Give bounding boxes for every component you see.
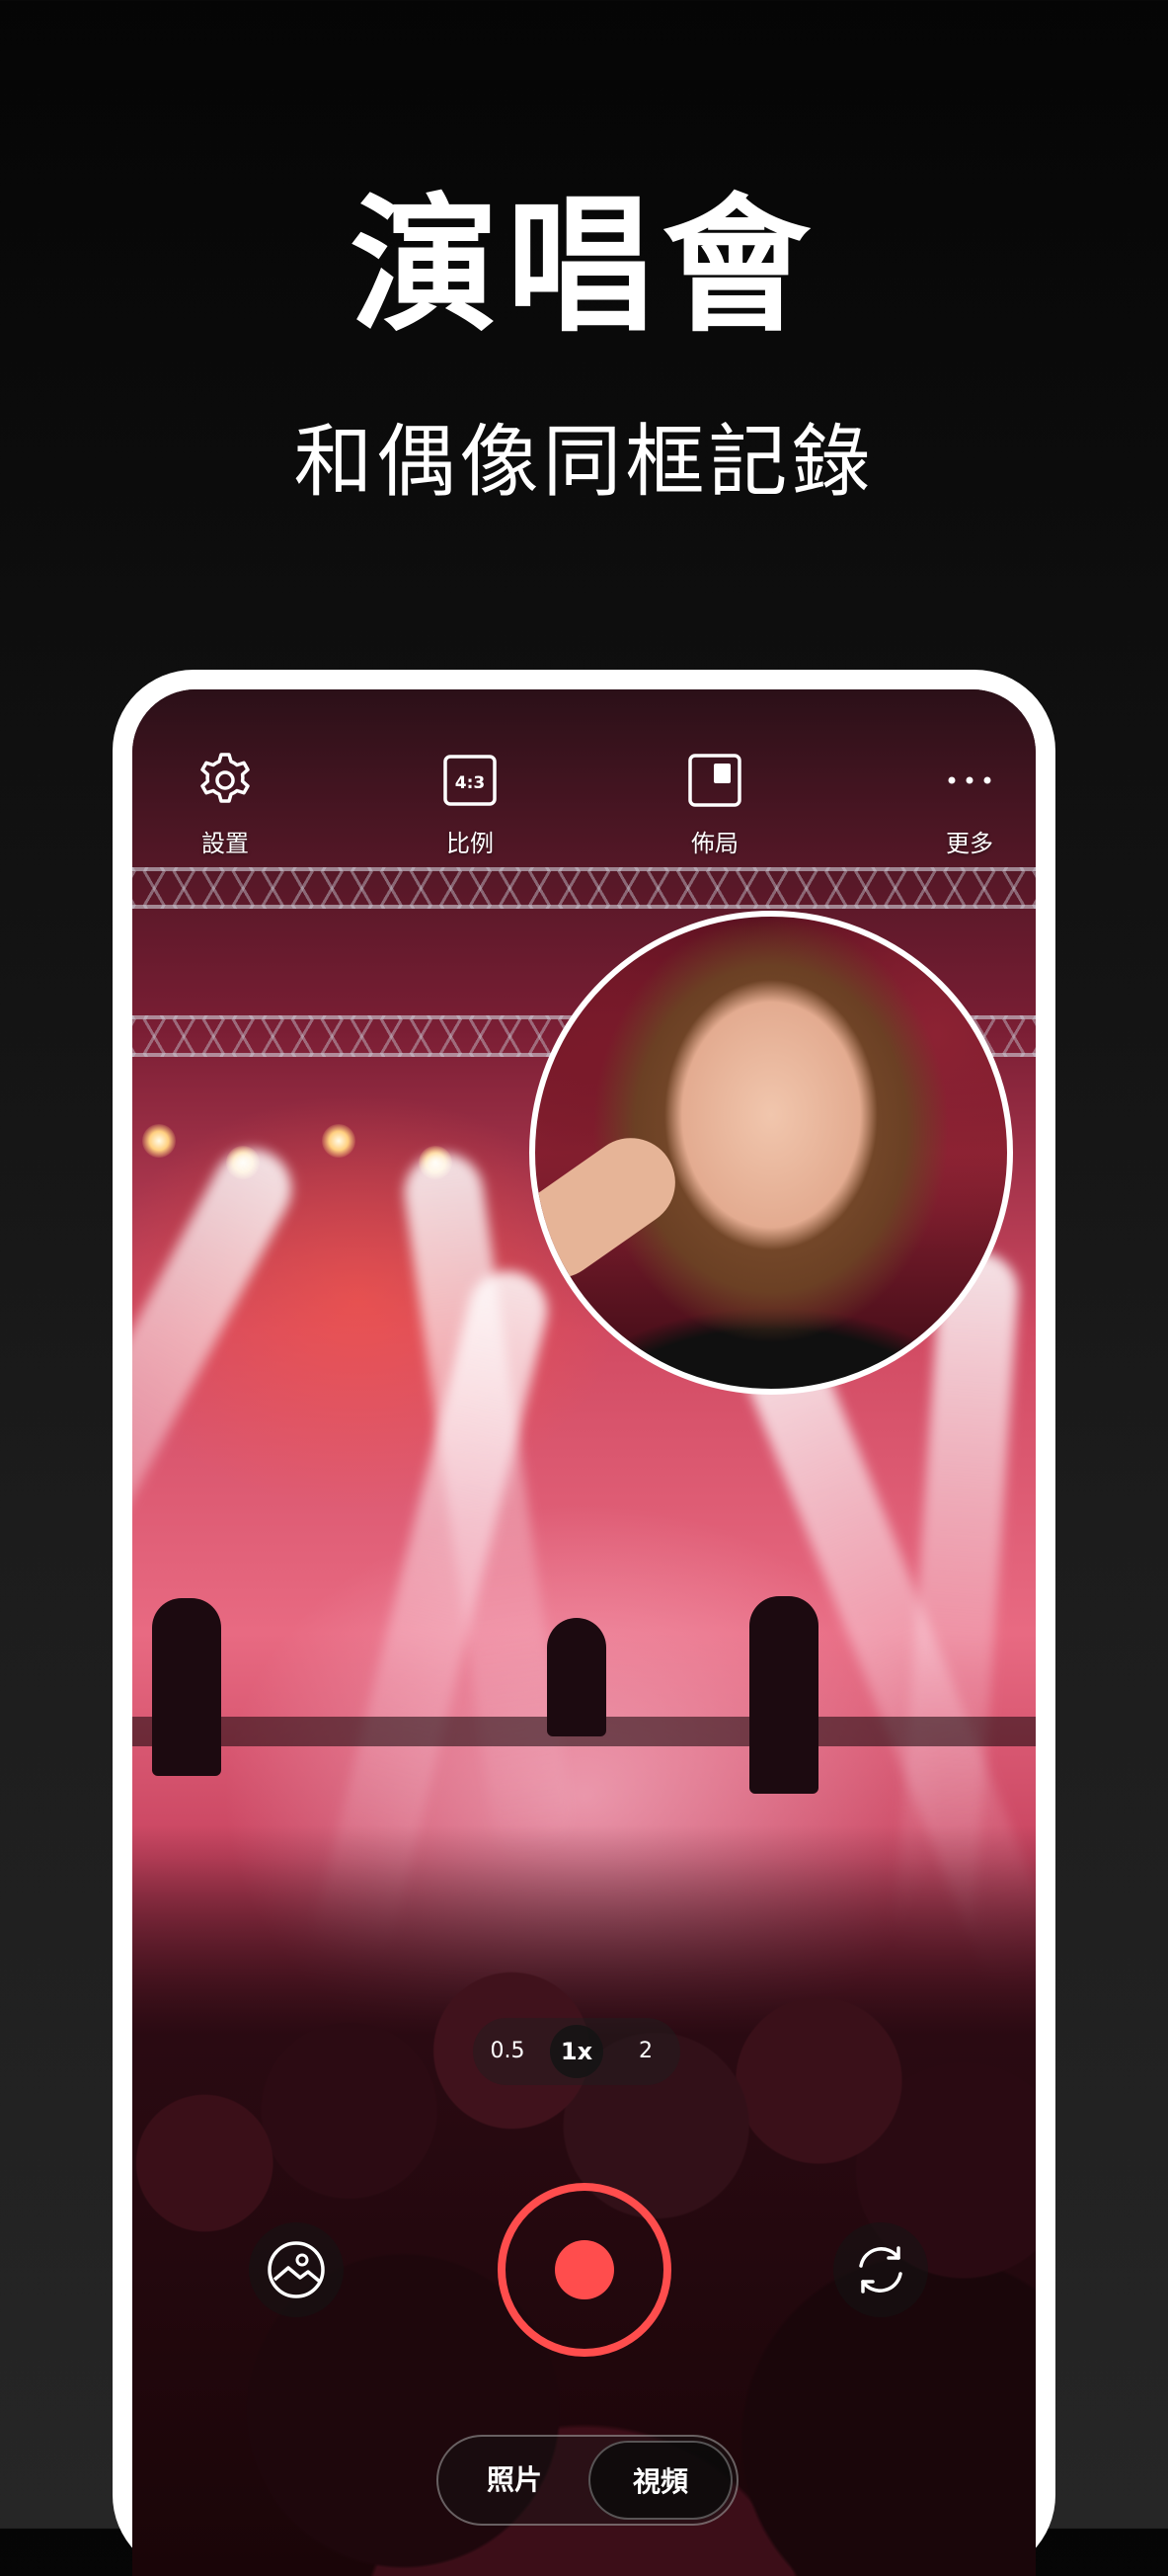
zoom-selector: 0.5 1x 2 [473, 2018, 680, 2085]
performer [152, 1598, 221, 1776]
zoom-option-2[interactable]: 2 [619, 2025, 672, 2078]
performer [547, 1618, 606, 1736]
layout-label: 佈局 [691, 830, 739, 857]
more-icon [948, 776, 991, 784]
promo-title: 演唱會 [350, 181, 818, 353]
settings-label: 設置 [201, 830, 249, 857]
flip-camera-icon [859, 2246, 902, 2294]
zoom-option-0-5[interactable]: 0.5 [481, 2025, 534, 2078]
selfie-bubble[interactable] [529, 911, 1013, 1395]
aspect-ratio-icon: 4:3 [443, 755, 497, 806]
selfie-arm [535, 1120, 693, 1296]
gallery-button[interactable] [249, 2222, 344, 2317]
flip-camera-button[interactable] [833, 2222, 928, 2317]
more-label: 更多 [946, 830, 993, 857]
settings-button[interactable]: 設置 [156, 749, 294, 858]
stage-truss [132, 867, 1036, 909]
mode-photo-tab[interactable]: 照片 [442, 2441, 586, 2520]
performer [749, 1596, 818, 1794]
phone-frame: 設置 4:3 比例 佈局 更多 0.5 1x 2 照片 視頻 [113, 670, 1055, 2576]
ratio-button[interactable]: 4:3 比例 [401, 749, 539, 858]
mode-switch: 照片 視頻 [436, 2435, 739, 2526]
camera-screen: 設置 4:3 比例 佈局 更多 0.5 1x 2 照片 視頻 [132, 689, 1036, 2576]
gallery-icon [268, 2241, 325, 2298]
record-button[interactable] [498, 2183, 671, 2357]
record-icon [555, 2240, 614, 2299]
camera-toolbar: 設置 4:3 比例 佈局 更多 [132, 749, 1036, 867]
mode-video-tab[interactable]: 視頻 [588, 2441, 733, 2520]
zoom-option-1x[interactable]: 1x [550, 2025, 603, 2078]
ratio-icon-text: 4:3 [455, 773, 485, 793]
gear-icon [200, 753, 250, 803]
layout-button[interactable]: 佈局 [646, 749, 784, 858]
layout-icon [688, 754, 741, 807]
ratio-label: 比例 [446, 830, 494, 857]
promo-subtitle: 和偶像同框記錄 [293, 416, 875, 508]
more-button[interactable]: 更多 [900, 749, 1036, 858]
stage-light [142, 1124, 176, 1158]
stage-light [322, 1124, 355, 1158]
